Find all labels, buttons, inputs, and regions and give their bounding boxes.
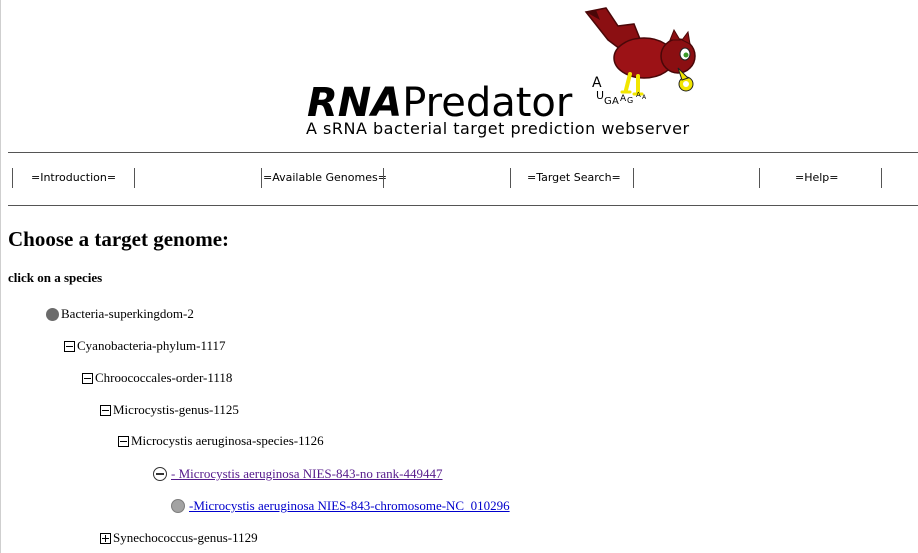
logo-tagline: A sRNA bacterial target prediction webse… (306, 119, 690, 138)
tree-node-order: Chroococcales-order-1118 (82, 369, 232, 387)
tree-node-genus-synechococcus: Synechococcus-genus-1129 (100, 529, 258, 547)
tree-node-label: Cyanobacteria-phylum-1117 (77, 338, 226, 353)
seq-letter: A (636, 91, 641, 99)
collapse-icon[interactable] (118, 435, 129, 447)
tree-node-label: Microcystis-genus-1125 (113, 402, 239, 417)
page-title: Choose a target genome: (8, 227, 230, 251)
nav-help[interactable]: =Help= (795, 171, 839, 185)
seq-letter: A (612, 96, 619, 107)
collapse-icon[interactable] (64, 340, 75, 352)
nav-separator (633, 168, 634, 188)
nav-divider-top (8, 152, 918, 153)
tree-node-link[interactable]: - Microcystis aeruginosa NIES-843-no ran… (171, 465, 443, 483)
tree-node-label: Synechococcus-genus-1129 (113, 530, 258, 545)
nav-separator (759, 168, 760, 188)
tree-node-chromosome: -Microcystis aeruginosa NIES-843-chromos… (171, 497, 510, 515)
seq-letter: A (592, 75, 602, 91)
tree-node-superkingdom: Bacteria-superkingdom-2 (46, 305, 194, 323)
collapse-icon[interactable] (100, 404, 111, 416)
tree-node-label: Chroococcales-order-1118 (95, 370, 233, 385)
nav-separator (881, 168, 882, 188)
nav-separator (510, 168, 511, 188)
nav-separator (261, 168, 262, 188)
tree-node-species: Microcystis aeruginosa-species-1126 (118, 432, 324, 450)
nav-introduction[interactable]: =Introduction= (31, 171, 116, 185)
tree-node-strain: - Microcystis aeruginosa NIES-843-no ran… (153, 465, 443, 483)
expand-icon[interactable] (100, 532, 111, 544)
tree-node-link[interactable]: -Microcystis aeruginosa NIES-843-chromos… (189, 497, 510, 515)
minus-circle-icon[interactable] (153, 467, 167, 481)
gray-dot-icon (46, 307, 59, 321)
seq-letter: A (620, 94, 627, 104)
seq-letter: G (627, 96, 634, 105)
page-subtitle: click on a species (8, 270, 103, 285)
nav-separator (134, 168, 135, 188)
page-left-border (0, 0, 1, 553)
collapse-icon[interactable] (82, 372, 93, 384)
logo-sequence: A U G A A G A A (592, 76, 662, 110)
nav-separator (12, 168, 13, 188)
nav-target-search[interactable]: =Target Search= (527, 171, 621, 185)
tree-node-label: Microcystis aeruginosa-species-1126 (131, 433, 324, 448)
seq-letter: G (604, 96, 612, 107)
nav-available-genomes[interactable]: =Available Genomes= (263, 171, 387, 185)
gray-dot-icon (171, 499, 185, 513)
seq-letter: A (642, 94, 647, 101)
nav-divider-bottom (8, 205, 918, 206)
nav-separator (383, 168, 384, 188)
tree-node-phylum: Cyanobacteria-phylum-1117 (64, 337, 226, 355)
seq-letter: U (596, 89, 605, 102)
tree-node-label: Bacteria-superkingdom-2 (61, 306, 194, 321)
tree-node-genus: Microcystis-genus-1125 (100, 401, 239, 419)
